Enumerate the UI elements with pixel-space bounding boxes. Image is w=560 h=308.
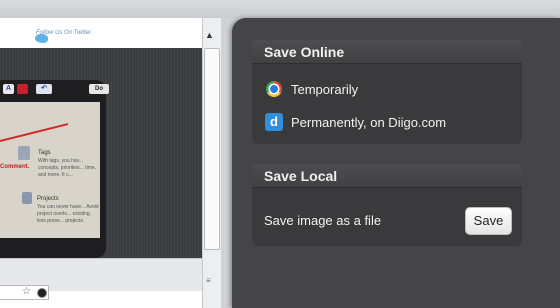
font-a-button: A	[3, 84, 14, 94]
save-button[interactable]: Save	[465, 207, 512, 235]
save-temporarily-option[interactable]: Temporarily	[291, 82, 358, 97]
grip-icon[interactable]: ≡	[206, 276, 211, 285]
do-button: Do	[89, 84, 109, 94]
save-online-title: Save Online	[252, 40, 522, 64]
extension-icon[interactable]	[37, 288, 47, 298]
tags-title: Tags	[38, 150, 51, 156]
scroll-thumb[interactable]	[204, 48, 220, 250]
save-permanently-option[interactable]: Permanently, on Diigo.com	[291, 115, 446, 130]
scroll-up-arrow-icon[interactable]: ▲	[205, 30, 214, 40]
tags-icon	[18, 146, 30, 160]
comment-label: Comment.	[0, 164, 30, 170]
undo-icon: ↶	[36, 84, 52, 94]
projects-text: You can never have... Avoid project over…	[37, 204, 99, 224]
diigo-icon: d	[265, 113, 283, 131]
follow-twitter-link[interactable]: Follow Us On Twitter	[36, 30, 91, 36]
projects-icon	[22, 192, 32, 204]
star-icon[interactable]: ☆	[22, 286, 31, 297]
browser-chrome-strip	[0, 0, 560, 18]
projects-title: Projects	[37, 196, 59, 202]
save-local-title: Save Local	[252, 164, 522, 188]
tags-text: With tags, you hav... concepts, prioriti…	[38, 158, 97, 178]
save-file-label: Save image as a file	[264, 213, 382, 228]
chrome-icon	[266, 81, 282, 97]
red-color-button	[17, 84, 28, 94]
